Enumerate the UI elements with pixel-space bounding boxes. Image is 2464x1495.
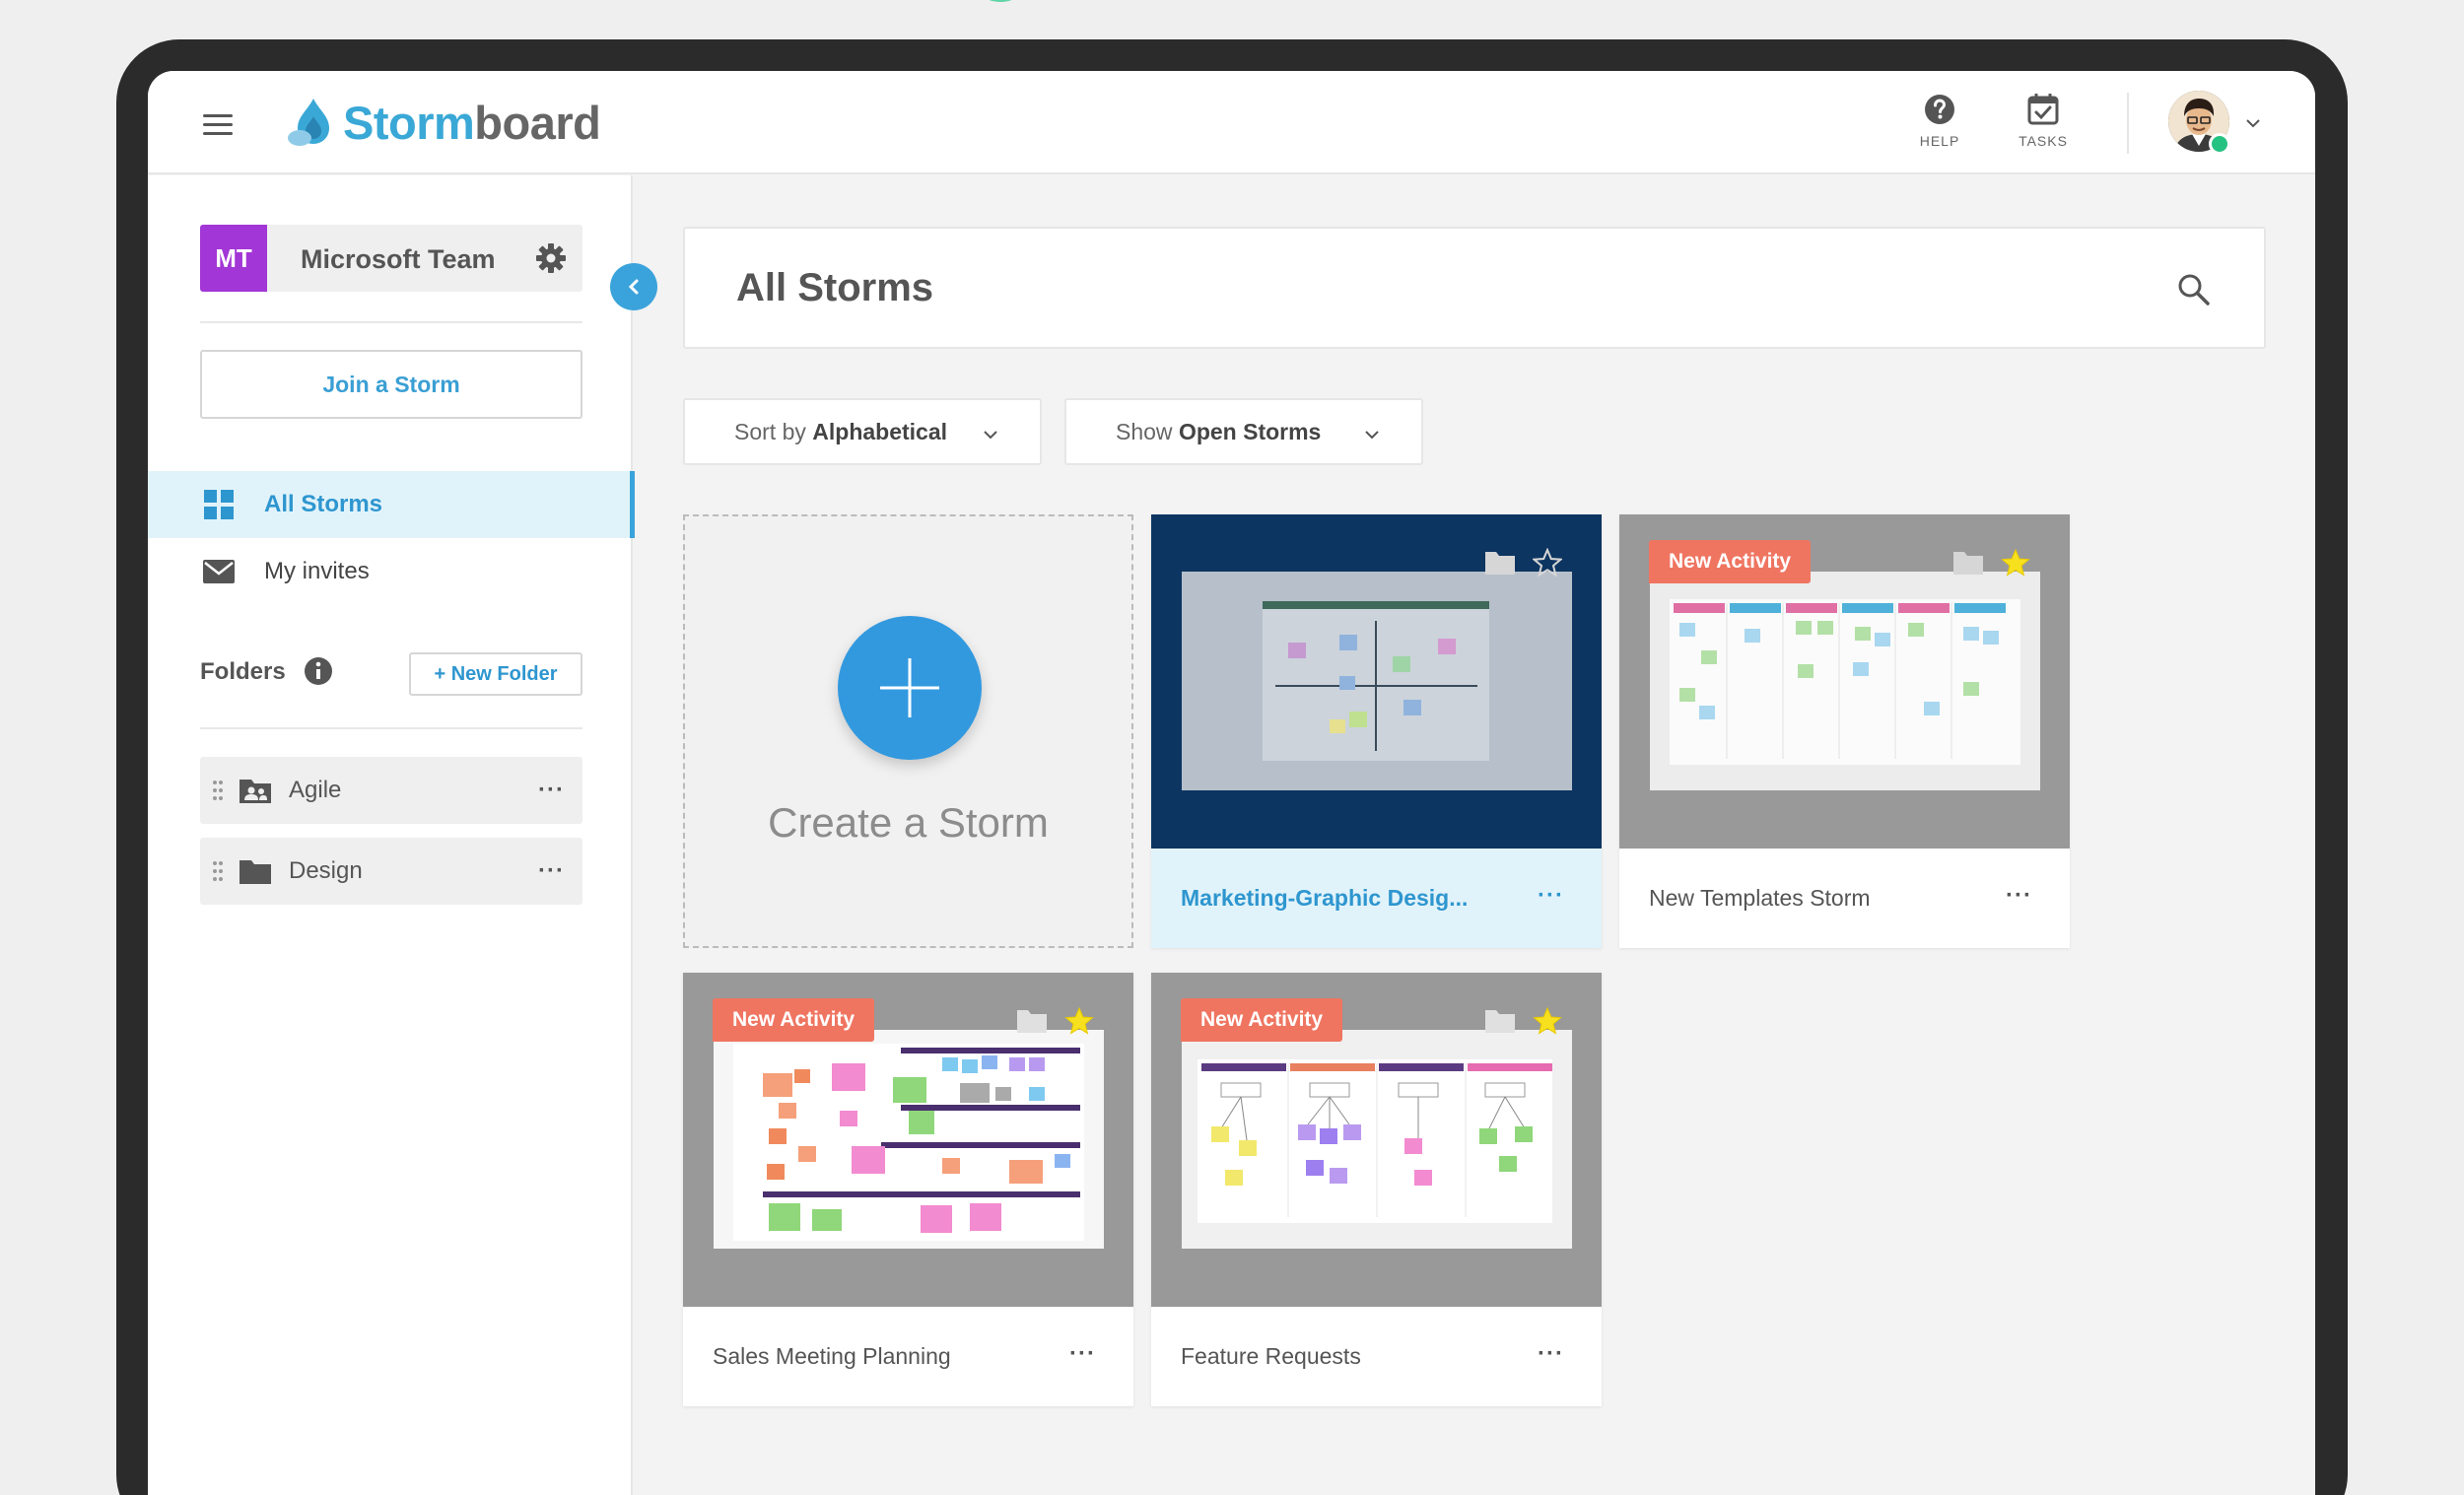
tasks-icon: [2027, 94, 2059, 125]
folder-item-design[interactable]: Design ···: [200, 838, 582, 905]
storm-thumbnail: [1151, 514, 1602, 849]
more-options-icon[interactable]: ···: [1538, 1342, 1564, 1366]
hamburger-icon[interactable]: [203, 114, 233, 136]
folders-divider: [200, 727, 582, 729]
collapse-sidebar-button[interactable]: [610, 263, 657, 310]
tasks-button[interactable]: TASKS: [2009, 93, 2078, 149]
search-icon[interactable]: [2176, 272, 2212, 307]
online-status-dot: [2209, 133, 2230, 155]
envelope-icon: [203, 560, 235, 583]
header-divider: [2127, 93, 2129, 154]
star-filled-icon[interactable]: [1064, 1006, 1094, 1036]
storm-name[interactable]: Feature Requests: [1181, 1343, 1361, 1370]
sidebar: MT Microsoft Team Join a Storm All Storm…: [148, 175, 635, 1495]
filter-dropdown[interactable]: Show Open Storms: [1064, 398, 1423, 465]
team-name: Microsoft Team: [301, 244, 496, 274]
join-storm-button[interactable]: Join a Storm: [200, 350, 582, 419]
new-folder-button[interactable]: + New Folder: [409, 652, 582, 696]
star-filled-icon[interactable]: [1533, 1006, 1562, 1036]
storm-thumbnail: New Activity: [1151, 973, 1602, 1307]
gear-icon[interactable]: [534, 241, 568, 275]
new-activity-badge: New Activity: [1181, 998, 1343, 1042]
folder-icon[interactable]: [1016, 1008, 1048, 1034]
shared-folder-icon: [240, 780, 271, 803]
stormboard-logo-icon: [288, 99, 329, 146]
more-options-icon[interactable]: ···: [1069, 1342, 1096, 1366]
team-initials: MT: [200, 225, 267, 292]
folder-name: Agile: [289, 777, 342, 803]
app-screen: Stormboard HELP TASKS MT Microsoft Team …: [148, 71, 2315, 1495]
storm-thumbnail: New Activity: [1619, 514, 2070, 849]
drag-handle-icon[interactable]: [212, 779, 224, 802]
create-storm-card[interactable]: Create a Storm: [683, 514, 1133, 948]
storm-card-marketing[interactable]: Marketing-Graphic Desig... ···: [1151, 514, 1602, 948]
drag-handle-icon[interactable]: [212, 859, 224, 883]
storm-card-feature-requests[interactable]: New Activity Feature Requests ···: [1151, 973, 1602, 1406]
storm-card-sales-meeting[interactable]: New Activity Sales Meeting Planning ···: [683, 973, 1133, 1406]
board-preview: [1182, 572, 1572, 790]
chevron-down-icon: [984, 431, 997, 440]
info-icon[interactable]: [303, 655, 334, 687]
top-bar: Stormboard HELP TASKS: [148, 71, 2315, 174]
storm-card-footer: Sales Meeting Planning ···: [683, 1307, 1133, 1406]
brand-part-storm: Storm: [343, 96, 475, 149]
storm-thumbnail: New Activity: [683, 973, 1133, 1307]
app-logo[interactable]: Stormboard: [286, 93, 601, 152]
sort-prefix: Sort by: [734, 418, 806, 444]
sidebar-item-label: All Storms: [264, 491, 383, 517]
sidebar-divider: [200, 321, 582, 323]
page-header-card: All Storms: [683, 227, 2266, 349]
storm-name[interactable]: New Templates Storm: [1649, 885, 1871, 912]
plus-icon[interactable]: [838, 616, 982, 760]
help-icon: [1925, 95, 1954, 124]
grid-icon: [204, 490, 234, 519]
storm-card-footer: Marketing-Graphic Desig... ···: [1151, 849, 1602, 948]
folder-item-agile[interactable]: Agile ···: [200, 757, 582, 824]
tasks-label: TASKS: [2019, 133, 2068, 149]
chevron-down-icon: [1365, 431, 1379, 440]
folder-more-icon[interactable]: ···: [538, 779, 565, 802]
more-options-icon[interactable]: ···: [2006, 884, 2032, 908]
sort-value: Alphabetical: [812, 418, 948, 444]
sidebar-item-all-storms[interactable]: All Storms: [148, 471, 635, 538]
board-preview: [1182, 1030, 1572, 1249]
more-options-icon[interactable]: ···: [1538, 884, 1564, 908]
storm-card-new-templates[interactable]: New Activity New Templates Storm ···: [1619, 514, 2070, 948]
sort-dropdown[interactable]: Sort by Alphabetical: [683, 398, 1042, 465]
new-activity-badge: New Activity: [713, 998, 875, 1042]
board-preview: [1650, 572, 2040, 790]
sidebar-item-label: My invites: [264, 558, 370, 584]
brand-part-board: board: [474, 96, 601, 149]
folder-name: Design: [289, 857, 363, 884]
storm-name[interactable]: Marketing-Graphic Desig...: [1181, 885, 1468, 912]
create-storm-label: Create a Storm: [768, 799, 1049, 846]
help-button[interactable]: HELP: [1905, 93, 1974, 149]
storm-card-footer: Feature Requests ···: [1151, 1307, 1602, 1406]
folder-icon[interactable]: [1952, 550, 1984, 576]
folder-more-icon[interactable]: ···: [538, 859, 565, 883]
storm-name[interactable]: Sales Meeting Planning: [713, 1343, 951, 1370]
new-activity-badge: New Activity: [1649, 540, 1812, 583]
team-card[interactable]: MT Microsoft Team: [200, 225, 582, 292]
chevron-down-icon[interactable]: [2244, 114, 2262, 132]
storm-card-footer: New Templates Storm ···: [1619, 849, 2070, 948]
page-title: All Storms: [736, 266, 934, 309]
board-preview: [714, 1030, 1104, 1249]
folder-icon[interactable]: [1484, 1008, 1516, 1034]
star-filled-icon[interactable]: [2001, 548, 2030, 578]
chevron-left-icon: [628, 279, 639, 295]
folders-heading: Folders: [200, 658, 286, 685]
help-label: HELP: [1919, 133, 1960, 149]
sidebar-item-my-invites[interactable]: My invites: [148, 538, 633, 605]
star-outline-icon[interactable]: [1533, 548, 1562, 578]
folder-icon: [240, 860, 271, 884]
filter-value: Open Storms: [1178, 418, 1322, 444]
filter-prefix: Show: [1116, 418, 1173, 444]
folder-icon[interactable]: [1484, 550, 1516, 576]
decorative-dot: [981, 0, 1020, 2]
